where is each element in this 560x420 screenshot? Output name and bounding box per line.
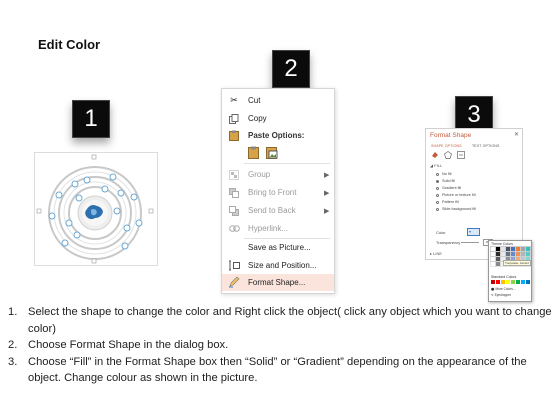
- theme-color-swatch[interactable]: [520, 251, 526, 257]
- step-badge-1: 1: [72, 100, 110, 138]
- submenu-arrow-icon: ▶: [324, 207, 330, 215]
- more-colors-link[interactable]: ⬤ More Colors...: [491, 287, 515, 291]
- theme-color-swatch[interactable]: [515, 251, 521, 257]
- fill-option-pattern-fill[interactable]: Pattern fill: [436, 200, 459, 204]
- standard-color-swatch[interactable]: [506, 280, 510, 284]
- theme-color-swatch[interactable]: [525, 246, 531, 252]
- fill-option-gradient-fill[interactable]: Gradient fill: [436, 186, 461, 190]
- submenu-arrow-icon: ▶: [324, 189, 330, 197]
- theme-color-swatch[interactable]: [510, 251, 516, 257]
- standard-color-swatch[interactable]: [526, 280, 530, 284]
- eyedropper-icon: ✎: [491, 293, 494, 297]
- theme-color-swatch[interactable]: [500, 246, 506, 252]
- send-back-icon: [228, 205, 240, 217]
- fill-option-no-fill[interactable]: No fill: [436, 172, 452, 176]
- theme-color-swatch[interactable]: [490, 246, 496, 252]
- standard-color-swatch[interactable]: [491, 280, 495, 284]
- close-icon[interactable]: ✕: [514, 131, 519, 138]
- transparency-slider[interactable]: [461, 242, 479, 243]
- color-picker-button[interactable]: ▾: [467, 228, 480, 236]
- theme-color-swatch[interactable]: [490, 261, 496, 267]
- theme-color-swatch[interactable]: [490, 251, 496, 257]
- theme-color-swatch[interactable]: [500, 251, 506, 257]
- paint-bucket-icon: ▾: [469, 229, 472, 234]
- menu-separator: [244, 163, 330, 164]
- menu-header-paste-options: Paste Options:: [222, 127, 334, 144]
- theme-color-swatch[interactable]: [525, 251, 531, 257]
- effects-icon[interactable]: [444, 151, 452, 160]
- copy-icon: [228, 113, 240, 125]
- standard-color-swatch[interactable]: [521, 280, 525, 284]
- bring-front-icon: [228, 187, 240, 199]
- paste-keep-formatting-icon[interactable]: [248, 146, 260, 161]
- tab-text-options[interactable]: TEXT OPTIONS: [472, 144, 500, 148]
- fill-line-icon[interactable]: [431, 151, 439, 160]
- selected-shape-diagram[interactable]: [34, 152, 158, 266]
- fill-option-slide-background[interactable]: Slide background fill: [436, 207, 476, 211]
- menu-item-send-to-back[interactable]: Send to Back ▶: [222, 202, 334, 219]
- standard-color-swatch[interactable]: [501, 280, 505, 284]
- theme-colors-label: Theme Colors: [491, 242, 513, 246]
- hyperlink-icon: [228, 223, 240, 235]
- menu-item-save-as-picture[interactable]: Save as Picture...: [222, 239, 334, 256]
- submenu-arrow-icon: ▶: [324, 171, 330, 179]
- context-menu: ✂ Cut Copy Paste Options: Group ▶ Bring …: [221, 88, 335, 294]
- instruction-step: 3. Choose “Fill” in the Format Shape box…: [8, 355, 527, 385]
- paste-option-icons: [248, 146, 278, 161]
- tab-shape-options[interactable]: SHAPE OPTIONS: [431, 144, 462, 148]
- theme-color-swatch[interactable]: [505, 246, 511, 252]
- menu-item-hyperlink[interactable]: Hyperlink...: [222, 220, 334, 237]
- color-palette-dropdown: Theme Colors Turquoise, Accent Standard …: [488, 240, 532, 302]
- scissors-icon: ✂: [230, 95, 238, 105]
- clipboard-icon: [228, 130, 240, 142]
- theme-color-swatch[interactable]: [510, 246, 516, 252]
- theme-color-swatch[interactable]: [495, 251, 501, 257]
- layout-properties-icon[interactable]: [457, 151, 465, 160]
- pane-category-icons: [431, 151, 465, 160]
- menu-item-format-shape[interactable]: Format Shape...: [222, 274, 334, 291]
- menu-item-group[interactable]: Group ▶: [222, 166, 334, 183]
- fill-option-picture-texture[interactable]: Picture or texture fill: [436, 193, 476, 197]
- theme-color-swatch[interactable]: [495, 261, 501, 267]
- menu-item-bring-to-front[interactable]: Bring to Front ▶: [222, 184, 334, 201]
- menu-item-size-and-position[interactable]: Size and Position...: [222, 257, 334, 274]
- eyedropper-button[interactable]: ✎ Eyedropper: [491, 293, 511, 297]
- fill-section-header[interactable]: ◢ FILL: [430, 163, 442, 168]
- transparency-label: Transparency: [436, 240, 461, 245]
- standard-color-swatch[interactable]: [496, 280, 500, 284]
- standard-colors-label: Standard Colors: [491, 275, 517, 279]
- fill-option-solid-fill[interactable]: Solid fill: [436, 179, 455, 183]
- theme-color-swatch[interactable]: [495, 256, 501, 262]
- paste-picture-icon[interactable]: [266, 146, 278, 161]
- color-tooltip: Turquoise, Accent: [503, 260, 531, 266]
- theme-color-swatch[interactable]: [520, 246, 526, 252]
- line-section-header[interactable]: ▸ LINE: [430, 251, 442, 256]
- instruction-step: 2. Choose Format Shape in the dialog box…: [8, 339, 229, 351]
- pane-title: Format Shape: [430, 132, 472, 139]
- menu-item-cut[interactable]: ✂ Cut: [222, 92, 334, 109]
- standard-color-swatch[interactable]: [516, 280, 520, 284]
- standard-color-swatch[interactable]: [511, 280, 515, 284]
- theme-color-swatch[interactable]: [505, 251, 511, 257]
- color-label: Color: [436, 230, 446, 235]
- theme-color-swatch[interactable]: [515, 246, 521, 252]
- instruction-list: 1. Select the shape to change the color …: [8, 304, 553, 387]
- menu-item-copy[interactable]: Copy: [222, 110, 334, 127]
- theme-color-swatch[interactable]: [495, 246, 501, 252]
- group-icon: [228, 169, 240, 181]
- step-badge-2: 2: [272, 50, 310, 88]
- instruction-step: 1. Select the shape to change the color …: [8, 306, 552, 335]
- page-title: Edit Color: [38, 37, 101, 52]
- size-position-icon: [228, 260, 240, 272]
- format-shape-icon: [228, 277, 240, 289]
- theme-color-swatch[interactable]: [490, 256, 496, 262]
